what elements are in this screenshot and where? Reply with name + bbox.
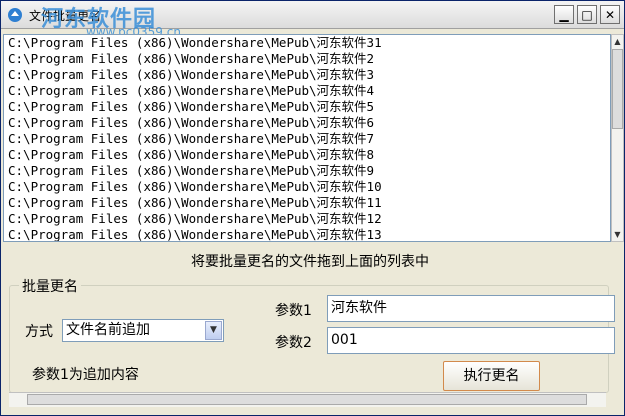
scroll-up-icon[interactable]: ▲: [612, 35, 623, 48]
param1-description: 参数1为追加内容: [32, 367, 139, 383]
list-item[interactable]: C:\Program Files (x86)\Wondershare\MePub…: [4, 195, 610, 211]
file-list[interactable]: C:\Program Files (x86)\Wondershare\MePub…: [3, 34, 611, 242]
app-window: 文件批量更名 河东软件园 www.pc0359.cn ▁ □ ✕ C:\Prog…: [0, 0, 625, 416]
param2-input[interactable]: 001: [327, 327, 615, 354]
execute-rename-button[interactable]: 执行更名: [443, 361, 540, 391]
minimize-button[interactable]: ▁: [554, 5, 574, 24]
list-item[interactable]: C:\Program Files (x86)\Wondershare\MePub…: [4, 227, 610, 241]
list-item[interactable]: C:\Program Files (x86)\Wondershare\MePub…: [4, 131, 610, 147]
list-item[interactable]: C:\Program Files (x86)\Wondershare\MePub…: [4, 211, 610, 227]
vertical-scrollbar[interactable]: ▲ ▼: [611, 34, 624, 242]
list-item[interactable]: C:\Program Files (x86)\Wondershare\MePub…: [4, 51, 610, 67]
list-item[interactable]: C:\Program Files (x86)\Wondershare\MePub…: [4, 147, 610, 163]
drop-hint: 将要批量更名的文件拖到上面的列表中: [191, 254, 429, 270]
rename-group-title: 批量更名: [19, 276, 81, 296]
minimize-icon: ▁: [559, 7, 569, 22]
mode-select-value: 文件名前追加: [66, 322, 150, 338]
param2-label: 参数2: [275, 335, 312, 351]
mode-select[interactable]: 文件名前追加 ▼: [62, 319, 224, 342]
list-item[interactable]: C:\Program Files (x86)\Wondershare\MePub…: [4, 115, 610, 131]
close-icon: ✕: [604, 7, 616, 22]
chevron-down-icon[interactable]: ▼: [205, 321, 222, 340]
horizontal-scrollbar[interactable]: [9, 392, 606, 407]
maximize-button[interactable]: □: [577, 5, 597, 24]
mode-label: 方式: [25, 324, 53, 340]
maximize-icon: □: [581, 7, 593, 22]
list-item[interactable]: C:\Program Files (x86)\Wondershare\MePub…: [4, 163, 610, 179]
list-item[interactable]: C:\Program Files (x86)\Wondershare\MePub…: [4, 67, 610, 83]
list-item[interactable]: C:\Program Files (x86)\Wondershare\MePub…: [4, 35, 610, 51]
list-item[interactable]: C:\Program Files (x86)\Wondershare\MePub…: [4, 99, 610, 115]
list-item[interactable]: C:\Program Files (x86)\Wondershare\MePub…: [4, 83, 610, 99]
scroll-down-icon[interactable]: ▼: [612, 228, 623, 241]
horizontal-scroll-thumb[interactable]: [27, 394, 587, 405]
close-button[interactable]: ✕: [600, 5, 620, 24]
param1-value: 河东软件: [331, 300, 387, 316]
app-icon: [8, 8, 22, 22]
param2-value: 001: [331, 332, 358, 348]
param1-label: 参数1: [275, 303, 312, 319]
title-bar[interactable]: 文件批量更名 河东软件园 www.pc0359.cn ▁ □ ✕: [1, 1, 624, 39]
list-item[interactable]: C:\Program Files (x86)\Wondershare\MePub…: [4, 179, 610, 195]
scroll-thumb[interactable]: [612, 49, 623, 129]
param1-input[interactable]: 河东软件: [327, 295, 615, 322]
